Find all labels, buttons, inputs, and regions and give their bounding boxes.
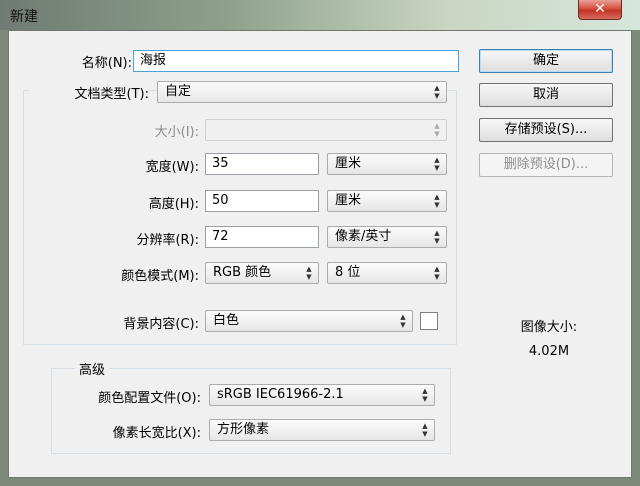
bit-depth-select[interactable]: 8 位 ▲ ▼ xyxy=(327,262,447,284)
color-profile-label: 颜色配置文件(O): xyxy=(98,391,201,406)
updown-arrows-icon: ▲ ▼ xyxy=(400,313,406,329)
doc-type-select[interactable]: 自定 ▲ ▼ xyxy=(157,81,447,103)
updown-arrows-icon: ▲ ▼ xyxy=(422,422,428,438)
image-size-label: 图像大小: xyxy=(520,320,578,335)
color-profile-value: sRGB IEC61966-2.1 xyxy=(217,387,344,402)
color-mode-select[interactable]: RGB 颜色 ▲ ▼ xyxy=(205,262,319,284)
width-unit-select[interactable]: 厘米 ▲ ▼ xyxy=(327,153,447,175)
width-input[interactable]: 35 xyxy=(205,153,319,175)
width-label: 宽度(W): xyxy=(145,160,199,175)
updown-arrows-icon: ▲ ▼ xyxy=(306,265,312,281)
height-label: 高度(H): xyxy=(148,197,199,212)
pixel-aspect-select[interactable]: 方形像素 ▲ ▼ xyxy=(209,419,435,441)
height-unit-select[interactable]: 厘米 ▲ ▼ xyxy=(327,190,447,212)
name-input[interactable]: 海报 xyxy=(133,50,459,72)
pixel-aspect-label: 像素长宽比(X): xyxy=(112,426,201,441)
background-value: 白色 xyxy=(213,313,240,328)
close-icon: ✕ xyxy=(594,1,606,17)
delete-preset-button[interactable]: 删除预设(D)... xyxy=(479,153,613,177)
advanced-group-title: 高级 xyxy=(75,359,110,378)
close-button[interactable]: ✕ xyxy=(578,0,622,20)
resolution-unit-select[interactable]: 像素/英寸 ▲ ▼ xyxy=(327,226,447,248)
updown-arrows-icon: ▲ ▼ xyxy=(434,265,440,281)
image-size-value: 4.02M xyxy=(528,344,570,359)
save-preset-button[interactable]: 存储预设(S)... xyxy=(479,118,613,142)
updown-arrows-icon: ▲ ▼ xyxy=(434,122,440,138)
color-profile-select[interactable]: sRGB IEC61966-2.1 ▲ ▼ xyxy=(209,384,435,406)
dialog-body: 名称(N): 海报 文档类型(T): 自定 ▲ ▼ 大小(I): ▲ ▼ 宽度(W)… xyxy=(8,30,632,478)
pixel-aspect-value: 方形像素 xyxy=(217,422,270,437)
window-title: 新建 xyxy=(10,9,38,25)
background-label: 背景内容(C): xyxy=(123,317,199,332)
resolution-label: 分辨率(R): xyxy=(136,233,199,248)
height-input[interactable]: 50 xyxy=(205,190,319,212)
doc-type-value: 自定 xyxy=(165,84,192,99)
updown-arrows-icon: ▲ ▼ xyxy=(422,387,428,403)
updown-arrows-icon: ▲ ▼ xyxy=(434,84,440,100)
name-label: 名称(N): xyxy=(81,56,132,71)
doc-type-label: 文档类型(T): xyxy=(29,83,149,102)
height-unit-value: 厘米 xyxy=(335,193,362,208)
size-label: 大小(I): xyxy=(154,125,199,140)
dialog-window: 新建 ✕ 名称(N): 海报 文档类型(T): 自定 ▲ ▼ 大小(I): ▲ ▼ … xyxy=(0,0,640,486)
updown-arrows-icon: ▲ ▼ xyxy=(434,156,440,172)
size-select[interactable]: ▲ ▼ xyxy=(205,119,447,141)
cancel-button[interactable]: 取消 xyxy=(479,83,613,107)
resolution-unit-value: 像素/英寸 xyxy=(335,229,392,244)
color-mode-label: 颜色模式(M): xyxy=(121,269,199,284)
updown-arrows-icon: ▲ ▼ xyxy=(434,229,440,245)
updown-arrows-icon: ▲ ▼ xyxy=(434,193,440,209)
resolution-input[interactable]: 72 xyxy=(205,226,319,248)
background-select[interactable]: 白色 ▲ ▼ xyxy=(205,310,413,332)
advanced-group xyxy=(51,368,451,454)
title-bar[interactable]: 新建 ✕ xyxy=(0,0,640,30)
width-unit-value: 厘米 xyxy=(335,156,362,171)
bit-depth-value: 8 位 xyxy=(335,265,361,280)
background-color-swatch[interactable] xyxy=(420,312,438,330)
ok-button[interactable]: 确定 xyxy=(479,49,613,73)
color-mode-value: RGB 颜色 xyxy=(213,265,272,280)
